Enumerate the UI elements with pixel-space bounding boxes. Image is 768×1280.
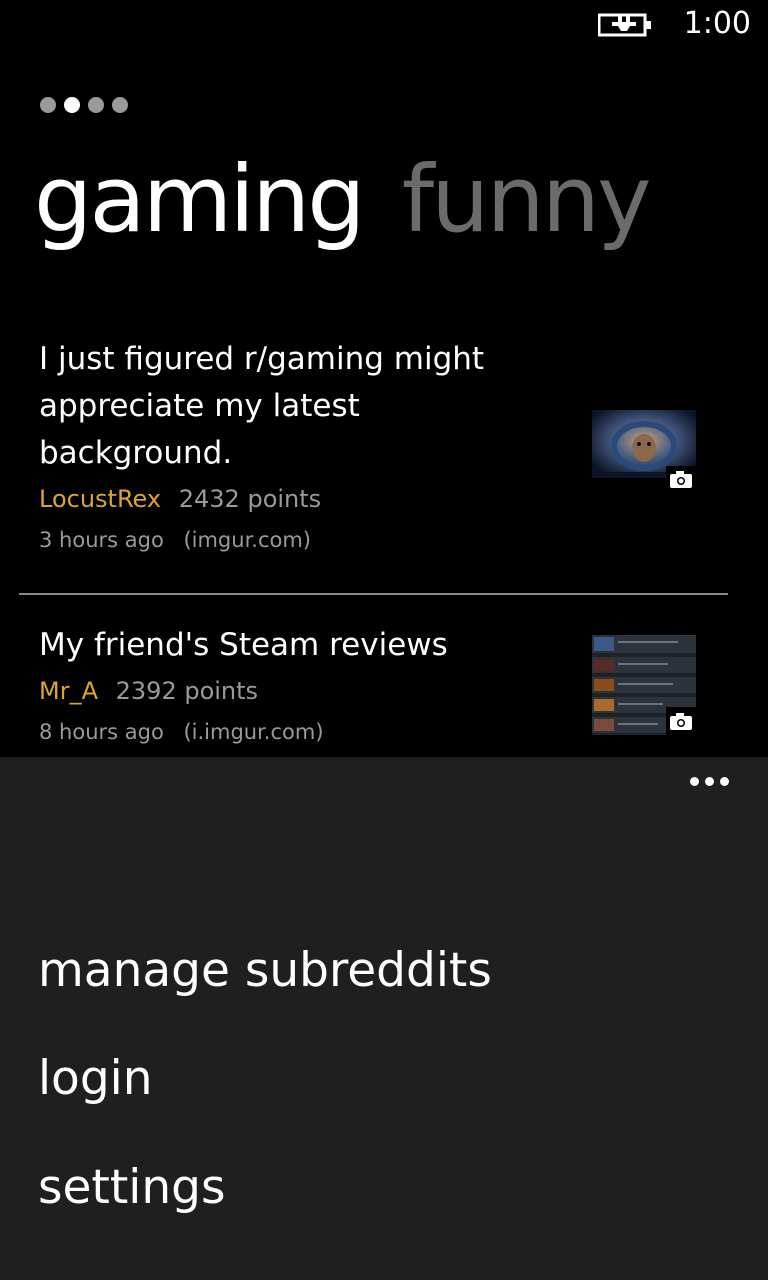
post-domain: (imgur.com): [183, 528, 312, 552]
post-time: 8 hours ago: [39, 720, 164, 744]
camera-icon: [670, 471, 692, 488]
post-title-line: My friend's Steam reviews: [39, 627, 448, 663]
pivot-dot: [112, 96, 129, 113]
post-author[interactable]: Mr_A: [39, 677, 98, 705]
post-title-line: background.: [39, 435, 233, 471]
post-title-line: appreciate my latest: [39, 388, 360, 424]
post-points: 2392 points: [115, 677, 259, 705]
post-author[interactable]: LocustRex: [39, 485, 161, 513]
menu-item-login[interactable]: login: [38, 1051, 153, 1106]
post-title[interactable]: My friend's Steam reviews: [39, 622, 599, 669]
clock: 1:00: [683, 6, 751, 41]
post-domain: (i.imgur.com): [183, 720, 324, 744]
pivot-dot-active: [64, 96, 81, 113]
pivot-header-funny[interactable]: funny: [402, 140, 652, 260]
camera-badge: [666, 466, 696, 492]
list-item[interactable]: I just figured r/gaming might appreciate…: [39, 336, 599, 560]
menu-item-manage-subreddits[interactable]: manage subreddits: [38, 943, 492, 998]
app-bar: manage subreddits login settings: [0, 757, 768, 1280]
pivot-page-indicator: [40, 94, 131, 113]
pivot-dot: [40, 96, 56, 113]
camera-badge: [666, 707, 696, 735]
pivot-header-gaming[interactable]: gaming: [34, 140, 366, 260]
battery-charging-icon: [598, 13, 651, 37]
post-time: 3 hours ago: [39, 528, 164, 552]
post-thumbnail[interactable]: [592, 635, 696, 735]
post-title-line: I just figured r/gaming might: [39, 341, 485, 377]
list-item[interactable]: My friend's Steam reviews Mr_A 2392 poin…: [39, 622, 599, 752]
post-title[interactable]: I just figured r/gaming might appreciate…: [39, 336, 599, 477]
post-points: 2432 points: [178, 485, 322, 513]
camera-icon: [670, 713, 692, 730]
menu-item-settings[interactable]: settings: [38, 1160, 225, 1215]
pivot-headers: gaming funny: [34, 140, 683, 260]
ellipsis-icon[interactable]: [690, 771, 738, 791]
status-bar: 1:00: [0, 0, 768, 50]
list-divider: [19, 593, 728, 595]
post-thumbnail[interactable]: [592, 410, 696, 492]
pivot-dot: [88, 96, 105, 113]
